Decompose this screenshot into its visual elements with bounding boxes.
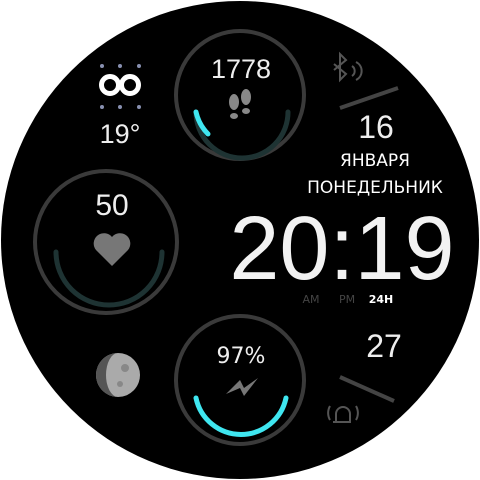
- date-day: 16: [358, 109, 394, 145]
- heart-rate-value: 50: [95, 189, 128, 222]
- am-indicator: AM: [302, 293, 319, 306]
- time-display: 20:19: [229, 199, 454, 299]
- extra-value: 27: [366, 328, 402, 364]
- pm-indicator: PM: [339, 293, 355, 306]
- battery-value: 97%: [217, 344, 266, 369]
- moon-phase-icon: [96, 353, 140, 397]
- temperature-value: 19°: [100, 119, 141, 149]
- watch-face: 1778 19° 50 97% 16 ЯНВАРЯ ПОНЕДЕЛЬНИК 20…: [1, 1, 479, 479]
- date-month: ЯНВАРЯ: [340, 151, 410, 171]
- 24h-indicator: 24H: [369, 293, 394, 306]
- date-weekday: ПОНЕДЕЛЬНИК: [307, 178, 443, 198]
- steps-value: 1778: [211, 54, 271, 84]
